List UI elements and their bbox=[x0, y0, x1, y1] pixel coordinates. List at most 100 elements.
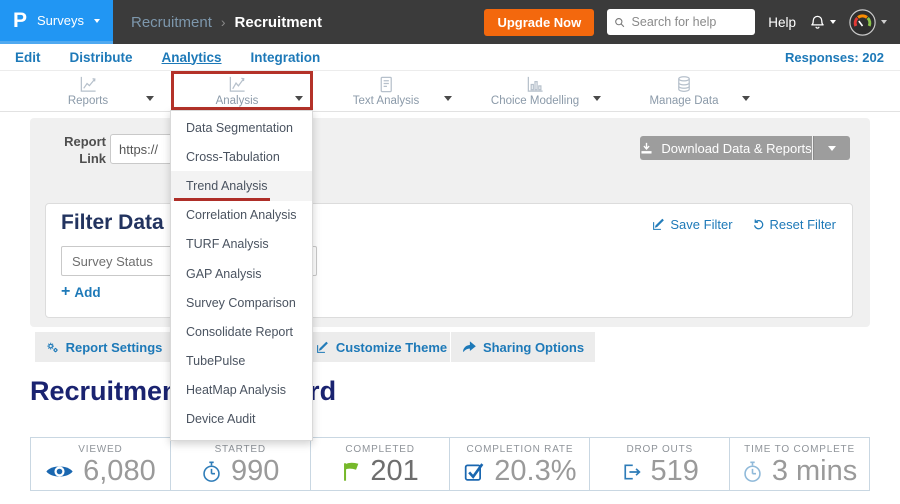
topbar-right: Upgrade Now Help bbox=[484, 9, 900, 36]
avatar bbox=[849, 9, 876, 36]
toolbar-button-label: Choice Modelling bbox=[475, 95, 595, 107]
tab-sharing-options[interactable]: Sharing Options bbox=[451, 332, 595, 362]
menu-item-trend-analysis[interactable]: Trend Analysis bbox=[171, 171, 312, 200]
nav-analytics[interactable]: Analytics bbox=[162, 50, 222, 65]
stat-value: 20.3% bbox=[494, 455, 576, 488]
topbar: P Surveys Recruitment › Recruitment Upgr… bbox=[0, 0, 900, 44]
filter-panel: Filter Data Save Filter Reset Filter Sur… bbox=[45, 203, 853, 318]
menu-item-consolidate-report[interactable]: Consolidate Report bbox=[171, 317, 312, 346]
surveys-menu-button[interactable]: P Surveys bbox=[0, 0, 113, 44]
menu-item-correlation-analysis[interactable]: Correlation Analysis bbox=[171, 201, 312, 230]
text-analysis-dropdown-caret[interactable] bbox=[444, 88, 452, 106]
pencil-icon bbox=[316, 341, 329, 354]
eye-icon bbox=[45, 462, 74, 481]
document-icon bbox=[376, 75, 396, 94]
toolbar-choice-modelling-button[interactable]: Choice Modelling bbox=[475, 75, 595, 107]
add-filter-button[interactable]: + Add bbox=[61, 284, 101, 300]
filter-actions: Save Filter Reset Filter bbox=[652, 217, 836, 232]
stat-label: COMPLETED bbox=[311, 444, 450, 455]
edit-icon bbox=[652, 218, 665, 231]
download-icon bbox=[640, 142, 653, 155]
survey-status-value: Survey Status bbox=[72, 254, 153, 269]
share-icon bbox=[462, 341, 476, 354]
stat-label: VIEWED bbox=[31, 444, 170, 455]
download-options-caret[interactable] bbox=[813, 136, 850, 160]
timer-icon bbox=[742, 460, 763, 483]
report-link-label: Report Link bbox=[46, 133, 106, 167]
menu-item-tubepulse[interactable]: TubePulse bbox=[171, 347, 312, 376]
account-menu-button[interactable] bbox=[849, 9, 887, 36]
tab-report-settings[interactable]: Report Settings bbox=[35, 332, 172, 362]
toolbar-button-label: Text Analysis bbox=[326, 95, 446, 107]
stat-value: 519 bbox=[651, 455, 699, 488]
analytics-toolbar: Reports Analysis Text Analysis Choice Mo… bbox=[0, 70, 900, 112]
breadcrumb-current: Recruitment bbox=[235, 14, 323, 31]
toolbar-analysis-button[interactable]: Analysis bbox=[177, 75, 297, 107]
stat-viewed: VIEWED 6,080 bbox=[31, 438, 170, 490]
stat-label: DROP OUTS bbox=[590, 444, 729, 455]
bell-icon bbox=[809, 13, 826, 31]
tab-customize-theme[interactable]: Customize Theme bbox=[313, 332, 450, 362]
stat-value: 6,080 bbox=[83, 455, 156, 488]
analysis-dropdown-caret[interactable] bbox=[295, 88, 303, 106]
survey-nav: Edit Distribute Analytics Integration Re… bbox=[0, 44, 900, 70]
reset-filter-link[interactable]: Reset Filter bbox=[752, 217, 836, 232]
manage-data-dropdown-caret[interactable] bbox=[742, 88, 750, 106]
stat-value: 201 bbox=[370, 455, 418, 488]
stat-completed: COMPLETED 201 bbox=[310, 438, 450, 490]
nav-distribute[interactable]: Distribute bbox=[70, 50, 133, 65]
notifications-button[interactable] bbox=[809, 13, 836, 31]
menu-item-heatmap-analysis[interactable]: HeatMap Analysis bbox=[171, 376, 312, 405]
menu-item-survey-comparison[interactable]: Survey Comparison bbox=[171, 288, 312, 317]
stat-label: STARTED bbox=[171, 444, 310, 455]
questionpro-logo: P bbox=[13, 10, 27, 31]
download-button-label: Download Data & Reports bbox=[661, 141, 811, 156]
content-area: Report Link Download Data & Reports Filt… bbox=[0, 112, 900, 504]
help-search bbox=[607, 9, 755, 35]
menu-item-data-segmentation[interactable]: Data Segmentation bbox=[171, 113, 312, 142]
nav-integration[interactable]: Integration bbox=[251, 50, 321, 65]
report-panel: Report Link Download Data & Reports Filt… bbox=[30, 118, 870, 327]
toolbar-text-analysis-button[interactable]: Text Analysis bbox=[326, 75, 446, 107]
save-filter-link[interactable]: Save Filter bbox=[652, 217, 732, 232]
menu-item-gap-analysis[interactable]: GAP Analysis bbox=[171, 259, 312, 288]
search-icon bbox=[614, 16, 625, 29]
tab-label: Sharing Options bbox=[483, 340, 584, 355]
toolbar-button-label: Manage Data bbox=[624, 95, 744, 107]
stat-time-to-complete: TIME TO COMPLETE 3 mins bbox=[729, 438, 869, 490]
stopwatch-icon bbox=[201, 460, 222, 483]
bar-chart-icon bbox=[525, 75, 545, 94]
breadcrumb: Recruitment › Recruitment bbox=[131, 14, 322, 31]
checkbox-icon bbox=[463, 461, 485, 482]
database-icon bbox=[674, 75, 694, 94]
toolbar-reports-button[interactable]: Reports bbox=[28, 75, 148, 107]
analysis-dropdown-menu: Data Segmentation Cross-Tabulation Trend… bbox=[170, 110, 313, 441]
stat-value: 990 bbox=[231, 455, 279, 488]
chevron-down-icon bbox=[830, 20, 836, 24]
tab-label: Customize Theme bbox=[336, 340, 447, 355]
menu-item-turf-analysis[interactable]: TURF Analysis bbox=[171, 230, 312, 259]
help-link[interactable]: Help bbox=[768, 15, 796, 30]
nav-edit[interactable]: Edit bbox=[15, 50, 41, 65]
toolbar-button-label: Reports bbox=[28, 95, 148, 107]
reports-dropdown-caret[interactable] bbox=[146, 88, 154, 106]
toolbar-manage-data-button[interactable]: Manage Data bbox=[624, 75, 744, 107]
menu-item-device-audit[interactable]: Device Audit bbox=[171, 405, 312, 434]
stat-value: 3 mins bbox=[772, 455, 857, 488]
stats-bar: VIEWED 6,080 STARTED 990 COMPLETED 201 bbox=[30, 437, 870, 491]
toolbar-button-label: Analysis bbox=[177, 95, 297, 107]
stat-completion-rate: COMPLETION RATE 20.3% bbox=[449, 438, 589, 490]
stat-drop-outs: DROP OUTS 519 bbox=[589, 438, 729, 490]
surveys-menu-label: Surveys bbox=[37, 13, 84, 28]
breadcrumb-parent[interactable]: Recruitment bbox=[131, 14, 212, 31]
responses-count[interactable]: Responses: 202 bbox=[785, 50, 900, 65]
menu-item-cross-tabulation[interactable]: Cross-Tabulation bbox=[171, 142, 312, 171]
plus-icon: + bbox=[61, 284, 70, 300]
app-window: P Surveys Recruitment › Recruitment Upgr… bbox=[0, 0, 900, 504]
breadcrumb-separator: › bbox=[221, 14, 226, 30]
upgrade-now-button[interactable]: Upgrade Now bbox=[484, 9, 594, 36]
choice-modelling-dropdown-caret[interactable] bbox=[593, 88, 601, 106]
search-input[interactable] bbox=[632, 15, 749, 29]
flag-icon bbox=[341, 461, 361, 483]
download-data-reports-button[interactable]: Download Data & Reports bbox=[640, 136, 812, 160]
